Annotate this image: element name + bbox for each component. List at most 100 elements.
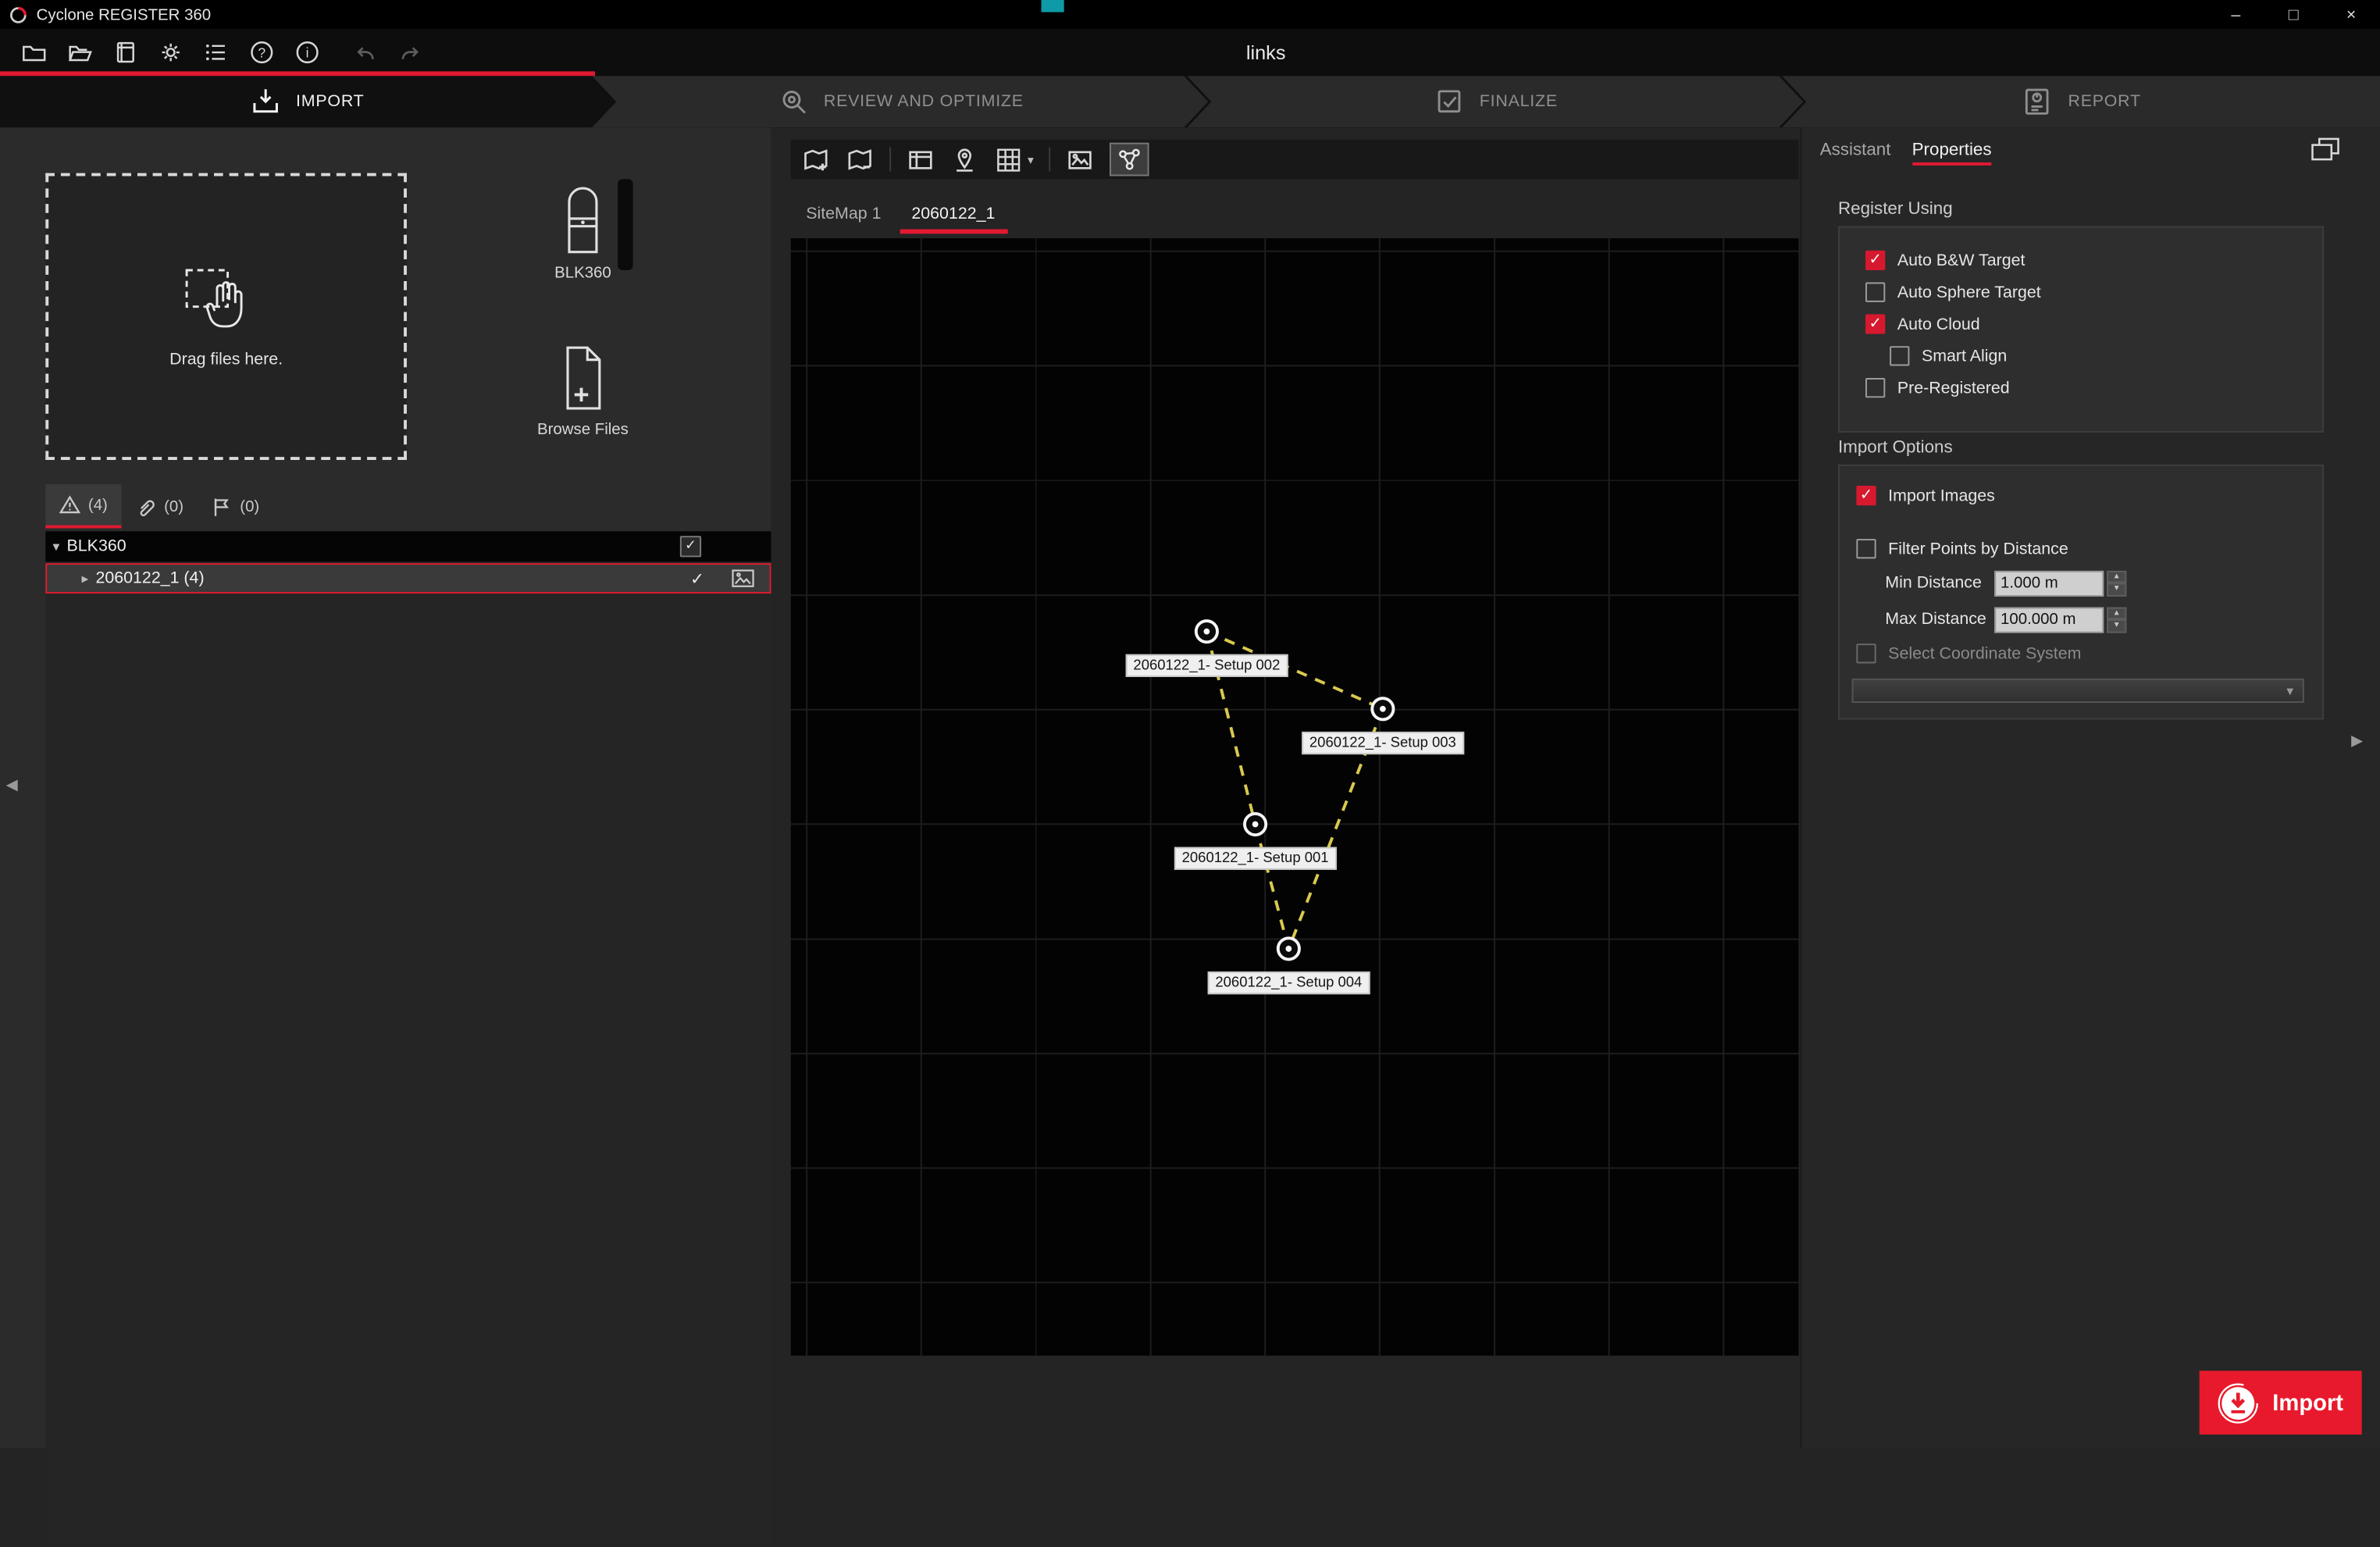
setup-node[interactable] [1195,619,1219,643]
image-overlay-icon[interactable] [1066,145,1095,174]
blk360-device-button[interactable]: BLK360 [534,182,631,282]
min-distance-input[interactable] [1994,570,2104,596]
tree-row-2060122-1[interactable]: ▸ 2060122_1 (4) ✓ [45,563,771,593]
sitemap-tabs: SiteMap 1 2060122_1 [791,194,1799,234]
import-images-checkbox[interactable] [1856,486,1876,505]
expand-arrow-icon[interactable]: ▸ [74,570,95,586]
option-auto-bw-target: Auto B&W Target [1865,244,2322,276]
layout-windows-icon[interactable] [2311,137,2341,162]
pre-registered-checkbox[interactable] [1865,378,1885,397]
import-options-group: Import Images Filter Points by Distance … [1838,465,2324,720]
option-auto-cloud: Auto Cloud [1865,308,2322,340]
setup-node[interactable] [1243,812,1267,836]
collapse-right-panel-arrow[interactable]: ▶ [2351,733,2363,750]
import-options-title: Import Options [1838,439,1953,457]
option-filter-points: Filter Points by Distance [1856,533,2322,565]
step-report[interactable]: REPORT [1782,76,2380,127]
root-checkbox[interactable]: ✓ [680,536,701,557]
step-label: REPORT [2068,93,2140,111]
grid-icon[interactable] [994,145,1023,174]
step-label: REVIEW AND OPTIMIZE [824,93,1024,111]
option-label: Smart Align [1922,347,2007,365]
grid-dropdown-caret[interactable]: ▾ [1028,152,1034,166]
import-download-icon [2218,1382,2258,1423]
close-button[interactable]: × [2322,0,2380,29]
tree-child-label: 2060122_1 (4) [95,569,204,587]
step-label: FINALIZE [1480,93,1558,111]
step-finalize[interactable]: FINALIZE [1187,76,1803,127]
log-list-icon[interactable] [203,40,229,66]
tab-sitemap-1[interactable]: SiteMap 1 [791,194,896,234]
toolbar-separator [1049,148,1050,172]
filter-points-checkbox[interactable] [1856,539,1876,558]
paperclip-icon [135,496,156,517]
setup-label: 2060122_1- Setup 001 [1174,847,1336,870]
tab-label: 2060122_1 [911,205,995,223]
new-project-icon[interactable] [21,40,47,66]
help-icon[interactable]: ? [249,40,275,66]
step-review-optimize[interactable]: REVIEW AND OPTIMIZE [592,76,1208,127]
active-step-indicator [0,71,595,76]
child-image-icon[interactable] [732,569,754,587]
finalize-step-icon [1433,85,1466,119]
step-import[interactable]: IMPORT [0,76,613,127]
flags-count: (0) [240,497,259,515]
titlebar: Cyclone REGISTER 360 – □ × [0,0,2380,29]
undo-icon[interactable] [352,40,378,66]
sitemap-canvas[interactable]: 2060122_1- Setup 0022060122_1- Setup 003… [791,238,1799,1356]
tab-properties[interactable]: Properties [1912,141,1992,166]
option-import-images: Import Images [1856,479,2322,512]
maximize-button[interactable]: □ [2264,0,2322,29]
option-label: Auto B&W Target [1897,251,2025,269]
auto-sphere-target-checkbox[interactable] [1865,283,1885,302]
show-links-toggle[interactable] [1110,143,1149,176]
tab-warnings[interactable]: (4) [45,484,121,528]
settings-gear-icon[interactable] [158,40,183,66]
warning-icon [59,495,80,515]
fit-view-icon[interactable] [906,145,935,174]
import-button[interactable]: Import [2200,1371,2362,1435]
auto-cloud-checkbox[interactable] [1865,314,1885,333]
step-label: IMPORT [296,93,364,111]
max-distance-input[interactable] [1994,607,2104,633]
warning-count: (4) [88,496,108,514]
max-distance-label: Max Distance [1885,610,1994,628]
redo-icon[interactable] [397,40,423,66]
smart-align-checkbox[interactable] [1890,346,1909,365]
drag-files-dropzone[interactable]: Drag files here. [45,173,407,460]
option-auto-sphere-target: Auto Sphere Target [1865,276,2322,308]
drag-hand-icon [183,265,269,334]
minimize-button[interactable]: – [2207,0,2264,29]
remove-sitemap-icon[interactable] [846,145,875,174]
import-file-tree: ▾ BLK360 ✓ ▸ 2060122_1 (4) ✓ [45,531,771,1546]
collapse-left-panel-arrow[interactable]: ◀ [6,777,18,793]
option-smart-align: Smart Align [1890,340,2322,372]
tab-2060122-1[interactable]: 2060122_1 [896,194,1010,234]
option-label: Filter Points by Distance [1888,540,2068,558]
auto-bw-target-checkbox[interactable] [1865,251,1885,270]
attachments-count: (0) [164,497,183,515]
sitemap-toolbar: ▾ [791,140,1799,180]
setup-label: 2060122_1- Setup 003 [1302,732,1463,754]
info-icon[interactable]: i [294,40,320,66]
review-step-icon [777,85,811,119]
collapse-arrow-icon[interactable]: ▾ [45,538,66,554]
setup-pin-icon[interactable] [950,145,979,174]
issue-filter-tabs: (4) (0) (0) [45,484,273,528]
setup-node[interactable] [1370,697,1395,721]
setup-node[interactable] [1277,936,1301,961]
open-project-icon[interactable] [67,40,93,66]
browse-files-label: Browse Files [537,420,629,438]
tab-flags[interactable]: (0) [198,484,273,528]
tree-row-blk360[interactable]: ▾ BLK360 ✓ [45,531,771,561]
register-using-group: Auto B&W Target Auto Sphere Target Auto … [1838,226,2324,433]
browse-files-button[interactable]: Browse Files [516,344,650,439]
app-window: Cyclone REGISTER 360 – □ × ? i links IMP… [0,0,2380,1448]
max-distance-stepper[interactable]: ▴▾ [2107,607,2126,633]
add-sitemap-icon[interactable] [801,145,830,174]
min-distance-stepper[interactable]: ▴▾ [2107,570,2126,596]
project-library-icon[interactable] [112,40,138,66]
tab-assistant[interactable]: Assistant [1820,141,1891,166]
tab-attachments[interactable]: (0) [122,484,198,528]
min-distance-row: Min Distance ▴▾ [1856,565,2322,601]
